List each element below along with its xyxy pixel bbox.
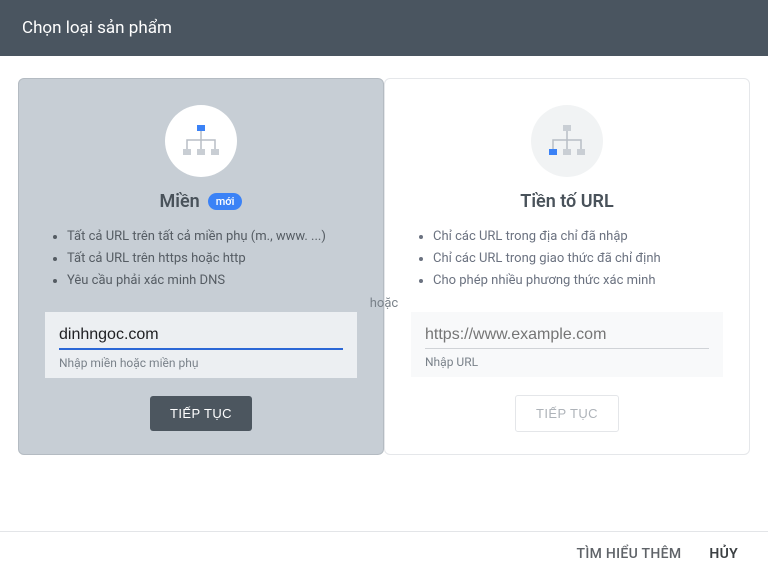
sitemap-icon <box>546 123 588 159</box>
sitemap-icon <box>180 123 222 159</box>
domain-title: Miền <box>160 191 200 212</box>
url-title: Tiền tố URL <box>520 191 613 212</box>
or-divider-label: hoặc <box>370 296 398 311</box>
new-badge: mới <box>208 193 243 210</box>
domain-icon-circle <box>165 105 237 177</box>
domain-input[interactable] <box>59 322 343 350</box>
list-item: Tất cả URL trên https hoặc http <box>67 248 357 270</box>
url-bullets: Chỉ các URL trong địa chỉ đã nhập Chỉ cá… <box>411 226 723 292</box>
url-prefix-card[interactable]: Tiền tố URL Chỉ các URL trong địa chỉ đã… <box>384 78 750 455</box>
dialog-content: Miền mới Tất cả URL trên tất cả miền phụ… <box>0 56 768 455</box>
list-item: Chỉ các URL trong giao thức đã chỉ định <box>433 248 723 270</box>
url-input-helper: Nhập URL <box>425 355 709 369</box>
list-item: Tất cả URL trên tất cả miền phụ (m., www… <box>67 226 357 248</box>
list-item: Cho phép nhiều phương thức xác minh <box>433 270 723 292</box>
domain-bullets: Tất cả URL trên tất cả miền phụ (m., www… <box>45 226 357 292</box>
list-item: Yêu cầu phải xác minh DNS <box>67 270 357 292</box>
url-title-row: Tiền tố URL <box>520 191 613 212</box>
domain-title-row: Miền mới <box>160 191 243 212</box>
url-input[interactable] <box>425 322 709 349</box>
domain-input-helper: Nhập miền hoặc miền phụ <box>59 356 343 370</box>
url-input-block: Nhập URL <box>411 312 723 377</box>
list-item: Chỉ các URL trong địa chỉ đã nhập <box>433 226 723 248</box>
domain-card[interactable]: Miền mới Tất cả URL trên tất cả miền phụ… <box>18 78 384 455</box>
domain-continue-button[interactable]: TIẾP TỤC <box>150 396 252 431</box>
dialog-footer: TÌM HIỂU THÊM HỦY <box>0 531 768 576</box>
url-icon-circle <box>531 105 603 177</box>
dialog-title: Chọn loại sản phẩm <box>22 18 172 38</box>
url-continue-button[interactable]: TIẾP TỤC <box>515 395 619 432</box>
cancel-button[interactable]: HỦY <box>709 546 738 562</box>
domain-input-block: Nhập miền hoặc miền phụ <box>45 312 357 378</box>
dialog-header: Chọn loại sản phẩm <box>0 0 768 56</box>
learn-more-button[interactable]: TÌM HIỂU THÊM <box>577 546 682 562</box>
